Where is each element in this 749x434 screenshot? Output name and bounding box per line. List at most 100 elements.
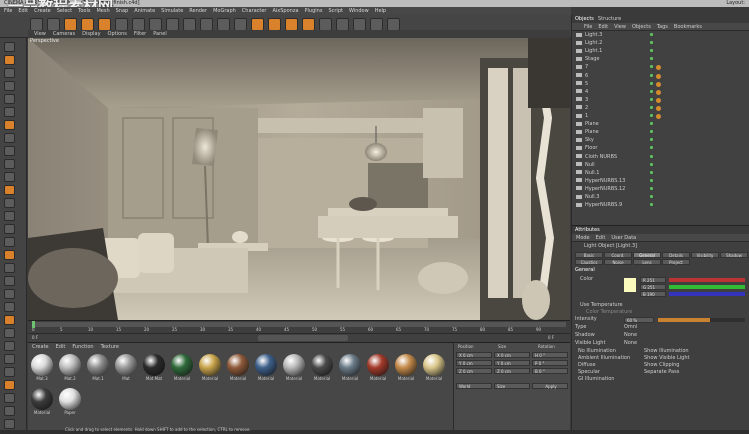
left-tool-icon[interactable]: [4, 406, 15, 416]
menu-item[interactable]: Animate: [134, 7, 155, 15]
material-menu-item[interactable]: Function: [72, 343, 93, 351]
shadow-value[interactable]: None: [624, 332, 637, 339]
left-tool-icon[interactable]: [4, 107, 15, 117]
texture-tag-icon[interactable]: [656, 97, 661, 103]
coord-mode-select[interactable]: World: [456, 383, 492, 389]
viewport[interactable]: [28, 38, 570, 320]
checkbox-right[interactable]: Show Visible Light: [644, 355, 689, 362]
visibility-dot-icon[interactable]: [650, 146, 653, 150]
menu-item[interactable]: Help: [375, 7, 386, 15]
intensity-field[interactable]: 60 %: [624, 317, 654, 323]
left-tool-icon[interactable]: [4, 172, 15, 182]
visibility-dot-icon[interactable]: [650, 97, 653, 101]
object-row[interactable]: 2: [576, 105, 748, 112]
object-row[interactable]: 3: [576, 97, 748, 104]
object-row[interactable]: Plane: [576, 129, 748, 136]
left-tool-icon[interactable]: [4, 419, 15, 429]
left-tool-icon[interactable]: [4, 94, 15, 104]
material-swatch[interactable]: Mat: [114, 354, 138, 381]
object-row[interactable]: 1: [576, 113, 748, 120]
coord-field[interactable]: X 0 cm: [494, 352, 530, 358]
visibility-dot-icon[interactable]: [650, 195, 653, 198]
material-menu-item[interactable]: Texture: [101, 343, 119, 351]
apply-button[interactable]: Apply: [532, 383, 568, 389]
left-tool-icon[interactable]: [4, 185, 15, 195]
left-tool-icon[interactable]: [4, 159, 15, 169]
left-tool-icon[interactable]: [4, 380, 15, 390]
attribute-tab[interactable]: General: [633, 252, 661, 258]
visibility-dot-icon[interactable]: [650, 81, 653, 85]
left-tool-icon[interactable]: [4, 276, 15, 286]
left-tool-icon[interactable]: [4, 55, 15, 65]
visibility-dot-icon[interactable]: [650, 65, 653, 69]
menu-item[interactable]: Plugins: [305, 7, 323, 15]
object-row[interactable]: 7: [576, 64, 748, 71]
left-tool-icon[interactable]: [4, 211, 15, 221]
texture-tag-icon[interactable]: [656, 89, 661, 95]
texture-tag-icon[interactable]: [656, 114, 661, 119]
left-tool-icon[interactable]: [4, 198, 15, 208]
left-tool-icon[interactable]: [4, 250, 15, 260]
visibility-dot-icon[interactable]: [650, 57, 653, 61]
coord-field[interactable]: Y 0 cm: [456, 360, 492, 366]
viewport-menu-item[interactable]: Panel: [153, 30, 167, 38]
material-swatch[interactable]: Material: [198, 354, 222, 381]
intensity-slider[interactable]: [658, 318, 745, 322]
visibility-dot-icon[interactable]: [650, 41, 653, 45]
type-value[interactable]: Omni: [624, 324, 637, 331]
end-frame[interactable]: 0 F: [548, 335, 554, 340]
attribute-menu-item[interactable]: Edit: [596, 234, 606, 241]
material-swatch[interactable]: Material: [30, 388, 54, 415]
menu-item[interactable]: AixSponza: [272, 7, 298, 15]
visible-light-value[interactable]: None: [624, 340, 637, 347]
material-swatch[interactable]: Material: [394, 354, 418, 381]
menu-item[interactable]: Mesh: [96, 7, 109, 15]
attribute-tab[interactable]: Coord.: [604, 252, 632, 258]
rgb-field[interactable]: R 251: [640, 277, 666, 283]
rgb-slider[interactable]: [669, 292, 745, 296]
rgb-field[interactable]: B 190: [640, 291, 666, 297]
left-tool-icon[interactable]: [4, 224, 15, 234]
playback-controls[interactable]: [258, 335, 348, 341]
checkbox-left[interactable]: Ambient Illumination: [578, 355, 630, 362]
material-swatch[interactable]: Material: [310, 354, 334, 381]
left-tool-icon[interactable]: [4, 133, 15, 143]
object-row[interactable]: Null.1: [576, 170, 748, 177]
checkbox-left[interactable]: Specular: [578, 369, 600, 376]
visibility-dot-icon[interactable]: [650, 89, 653, 93]
coord-field[interactable]: B 0 °: [532, 368, 568, 374]
object-row[interactable]: Stage: [576, 56, 748, 63]
visibility-dot-icon[interactable]: [650, 162, 653, 166]
left-tool-icon[interactable]: [4, 289, 15, 299]
object-tab[interactable]: Structure: [598, 15, 621, 23]
attribute-menu-item[interactable]: Mode: [576, 234, 590, 241]
object-row[interactable]: Light.1: [576, 48, 748, 55]
left-tool-icon[interactable]: [4, 263, 15, 273]
object-row[interactable]: Light.2: [576, 40, 748, 47]
left-tool-icon[interactable]: [4, 120, 15, 130]
object-row[interactable]: 5: [576, 81, 748, 88]
checkbox-left[interactable]: Diffuse: [578, 362, 596, 369]
material-swatch[interactable]: Material: [422, 354, 446, 381]
material-swatch[interactable]: Material: [170, 354, 194, 381]
texture-tag-icon[interactable]: [656, 73, 661, 79]
viewport-menu-item[interactable]: Filter: [134, 30, 146, 38]
object-row[interactable]: 4: [576, 89, 748, 96]
object-menu-item[interactable]: Objects: [632, 23, 651, 30]
visibility-dot-icon[interactable]: [650, 33, 653, 36]
left-tool-icon[interactable]: [4, 146, 15, 156]
checkbox-left[interactable]: No Illumination: [578, 348, 616, 355]
object-menu-item[interactable]: Bookmarks: [674, 23, 702, 30]
timeline-track[interactable]: [32, 322, 566, 327]
visibility-dot-icon[interactable]: [650, 122, 653, 126]
object-row[interactable]: Plane: [576, 121, 748, 128]
menu-item[interactable]: Select: [57, 7, 72, 15]
left-tool-icon[interactable]: [4, 237, 15, 247]
object-menu-item[interactable]: Edit: [598, 23, 608, 30]
material-swatch[interactable]: Material: [338, 354, 362, 381]
left-tool-icon[interactable]: [4, 328, 15, 338]
object-menu-item[interactable]: View: [614, 23, 626, 30]
checkbox-right[interactable]: Separate Pass: [644, 369, 679, 376]
menu-item[interactable]: MoGraph: [213, 7, 236, 15]
checkbox-right[interactable]: Show Clipping: [644, 362, 679, 369]
